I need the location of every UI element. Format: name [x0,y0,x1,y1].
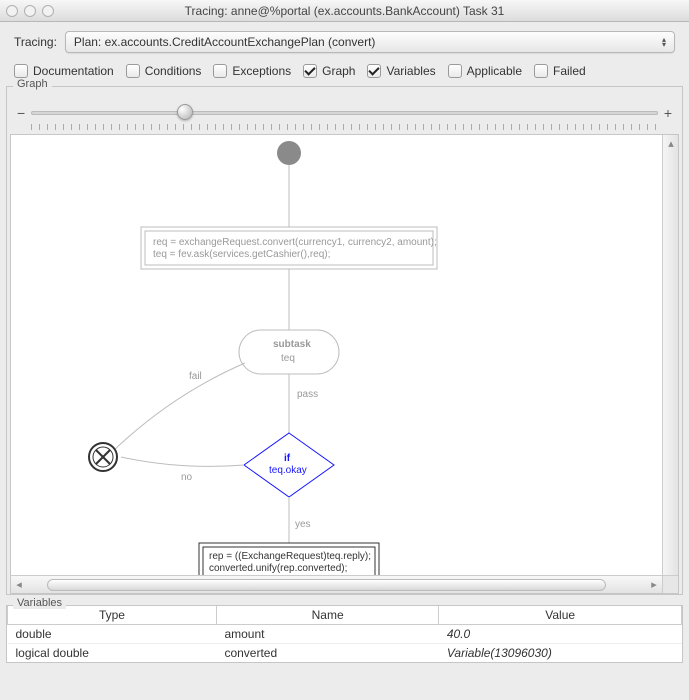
toggle-graph[interactable]: Graph [303,64,355,78]
plan-select-value: Plan: ex.accounts.CreditAccountExchangeP… [74,35,376,49]
svg-text:teq.okay: teq.okay [269,465,307,476]
graph-group: Graph − + req = exchangeRequest.convert(… [6,86,683,595]
svg-text:converted.unify(rep.converted): converted.unify(rep.converted); [209,563,347,574]
traffic-minimize[interactable] [24,5,36,17]
graph-group-label: Graph [13,78,52,90]
scrollbar-vertical[interactable]: ▴ [662,135,678,575]
toggle-exceptions[interactable]: Exceptions [213,64,291,78]
svg-text:no: no [181,472,193,483]
svg-text:subtask: subtask [273,339,311,350]
toggle-failed[interactable]: Failed [534,64,586,78]
svg-text:rep = ((ExchangeRequest)teq.re: rep = ((ExchangeRequest)teq.reply); [209,551,371,562]
table-row[interactable]: logical double converted Variable(130960… [8,644,682,663]
window-title: Tracing: anne@%portal (ex.accounts.BankA… [0,4,689,18]
svg-text:if: if [284,453,291,464]
plan-select[interactable]: Plan: ex.accounts.CreditAccountExchangeP… [65,31,675,53]
toggle-documentation[interactable]: Documentation [14,64,114,78]
table-row[interactable]: double amount 40.0 [8,625,682,644]
action-node-1: req = exchangeRequest.convert(currency1,… [141,227,437,269]
traffic-zoom[interactable] [42,5,54,17]
window-titlebar: Tracing: anne@%portal (ex.accounts.BankA… [0,0,689,22]
svg-text:fail: fail [189,371,202,382]
svg-text:teq: teq [281,353,295,364]
col-name[interactable]: Name [216,606,438,625]
graph-canvas[interactable]: req = exchangeRequest.convert(currency1,… [10,134,679,594]
timeline-slider[interactable] [31,102,658,124]
slider-plus-icon[interactable]: + [664,105,672,121]
scrollbar-horizontal[interactable]: ◂ ▸ [11,575,662,593]
scroll-right-icon[interactable]: ▸ [646,577,662,593]
svg-text:req = exchangeRequest.convert(: req = exchangeRequest.convert(currency1,… [153,237,437,248]
toggle-variables[interactable]: Variables [367,64,435,78]
variables-group-label: Variables [13,597,66,609]
svg-text:pass: pass [297,389,318,400]
scroll-corner [662,575,678,593]
variables-table: Type Name Value double amount 40.0 logic… [7,605,682,662]
svg-text:teq = fev.ask(services.getCash: teq = fev.ask(services.getCashier(),req)… [153,249,330,260]
toggle-applicable[interactable]: Applicable [448,64,522,78]
chevron-updown-icon: ▴▾ [662,37,666,47]
subtask-node: subtask teq [239,330,339,374]
slider-minus-icon[interactable]: − [17,105,25,121]
toolbar: Tracing: Plan: ex.accounts.CreditAccount… [0,22,689,84]
toggle-conditions[interactable]: Conditions [126,64,202,78]
fail-terminal-node [89,443,117,471]
traffic-close[interactable] [6,5,18,17]
variables-group: Variables Type Name Value double amount … [6,605,683,663]
flow-graph-svg: req = exchangeRequest.convert(currency1,… [11,135,671,594]
slider-knob[interactable] [177,104,193,120]
svg-text:yes: yes [295,519,311,530]
decision-if-node: if teq.okay [244,433,334,497]
tracing-label: Tracing: [14,35,57,49]
view-toggles: Documentation Conditions Exceptions Grap… [0,56,689,84]
col-value[interactable]: Value [439,606,682,625]
scroll-thumb[interactable] [47,579,606,591]
scroll-left-icon[interactable]: ◂ [11,577,27,593]
table-header-row: Type Name Value [8,606,682,625]
scroll-up-icon[interactable]: ▴ [663,135,679,151]
start-node [277,141,301,165]
